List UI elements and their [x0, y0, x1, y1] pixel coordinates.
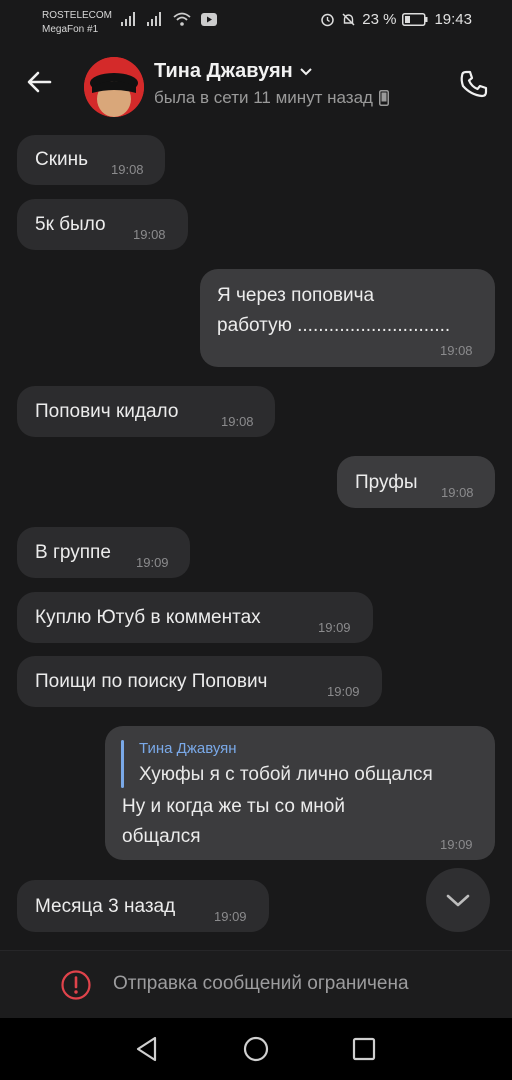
restricted-text: Отправка сообщений ограничена [113, 973, 409, 994]
scroll-down-button[interactable] [426, 868, 490, 932]
chat-screen: ROSTELECOM MegaFon #1 23 % 19:43 Тина Дж… [0, 0, 512, 1080]
home-nav-icon [243, 1036, 269, 1062]
youtube-icon [201, 13, 217, 26]
message-time: 19:08 [441, 485, 474, 500]
message-time: 19:08 [111, 162, 144, 177]
back-nav-icon [136, 1036, 157, 1062]
message-bubble-with-reply[interactable]: Тина Джавуян Хуюфы я с тобой лично общал… [105, 726, 495, 860]
last-seen-text: была в сети 11 минут назад [154, 88, 373, 107]
signal-icon [147, 12, 161, 26]
system-nav-bar [0, 1018, 512, 1080]
reply-accent-bar [121, 740, 124, 788]
reply-quoted-text: Хуюфы я с тобой лично общался [139, 764, 433, 785]
message-text: Поищи по поиску Попович [35, 671, 268, 692]
nav-recents-button[interactable] [347, 1032, 381, 1066]
status-right: 23 % 19:43 [320, 11, 472, 28]
network-icons [121, 12, 217, 26]
reply-author: Тина Джавуян [139, 740, 237, 757]
message-bubble[interactable]: 5к было 19:08 [17, 199, 188, 250]
back-button[interactable] [22, 64, 58, 100]
message-text: Куплю Ютуб в комментах [35, 607, 261, 628]
carrier-name-1: ROSTELECOM [42, 10, 113, 21]
message-text-line: общался [122, 826, 201, 847]
message-text: Скинь [35, 149, 89, 170]
message-time: 19:08 [440, 343, 473, 358]
nav-back-button[interactable] [130, 1032, 164, 1066]
wifi-icon [173, 12, 191, 26]
signal-icon [121, 12, 135, 26]
nav-home-button[interactable] [239, 1032, 273, 1066]
phone-icon [378, 90, 389, 106]
message-time: 19:09 [440, 837, 473, 852]
message-time: 19:09 [318, 620, 351, 635]
carrier-name-2: MegaFon #1 [42, 24, 99, 35]
message-bubble[interactable]: Скинь 19:08 [17, 135, 165, 185]
message-text-line: Ну и когда же ты со мной [122, 796, 345, 817]
message-text: Пруфы [355, 472, 418, 493]
message-bubble[interactable]: Я через поповича работую ...............… [200, 269, 495, 367]
avatar[interactable] [84, 57, 144, 117]
mute-bell-icon [342, 13, 355, 26]
message-bubble[interactable]: Пруфы 19:08 [337, 456, 495, 508]
contact-name-text: Тина Джавуян [154, 60, 293, 82]
message-time: 19:09 [136, 555, 169, 570]
battery-icon [402, 13, 428, 26]
contact-name[interactable]: Тина Джавуян [154, 60, 313, 83]
message-text: Попович кидало [35, 401, 179, 422]
message-bubble[interactable]: Куплю Ютуб в комментах 19:09 [17, 592, 373, 643]
message-time: 19:08 [133, 227, 166, 242]
back-arrow-icon [27, 71, 52, 93]
status-bar: ROSTELECOM MegaFon #1 23 % 19:43 [0, 0, 512, 44]
carrier-info: ROSTELECOM MegaFon #1 [42, 9, 112, 37]
call-button[interactable] [456, 66, 492, 102]
messaging-restricted-banner: Отправка сообщений ограничена [0, 950, 512, 1018]
message-text: 5к было [35, 214, 106, 235]
chevron-down-icon [300, 67, 312, 75]
alarm-icon [321, 13, 334, 27]
message-bubble[interactable]: Месяца 3 назад 19:09 [17, 880, 269, 932]
message-time: 19:08 [221, 414, 254, 429]
message-bubble[interactable]: В группе 19:09 [17, 527, 190, 578]
last-seen-status: была в сети 11 минут назад [154, 88, 389, 108]
battery-percent: 23 % [362, 11, 397, 28]
scroll-down-icon [446, 894, 470, 907]
call-icon [460, 70, 488, 98]
warning-icon [61, 970, 91, 1000]
message-bubble[interactable]: Попович кидало 19:08 [17, 386, 275, 437]
message-bubble[interactable]: Поищи по поиску Попович 19:09 [17, 656, 382, 707]
chat-header: Тина Джавуян была в сети 11 минут назад [0, 44, 512, 130]
message-text: Месяца 3 назад [35, 896, 176, 917]
message-text-line: работую ............................. [217, 315, 451, 336]
message-time: 19:09 [327, 684, 360, 699]
avatar-image [84, 57, 144, 117]
recents-nav-icon [352, 1037, 376, 1061]
message-text: В группе [35, 542, 111, 563]
message-time: 19:09 [214, 909, 247, 924]
message-text-line: Я через поповича [217, 285, 375, 306]
clock: 19:43 [434, 11, 472, 28]
